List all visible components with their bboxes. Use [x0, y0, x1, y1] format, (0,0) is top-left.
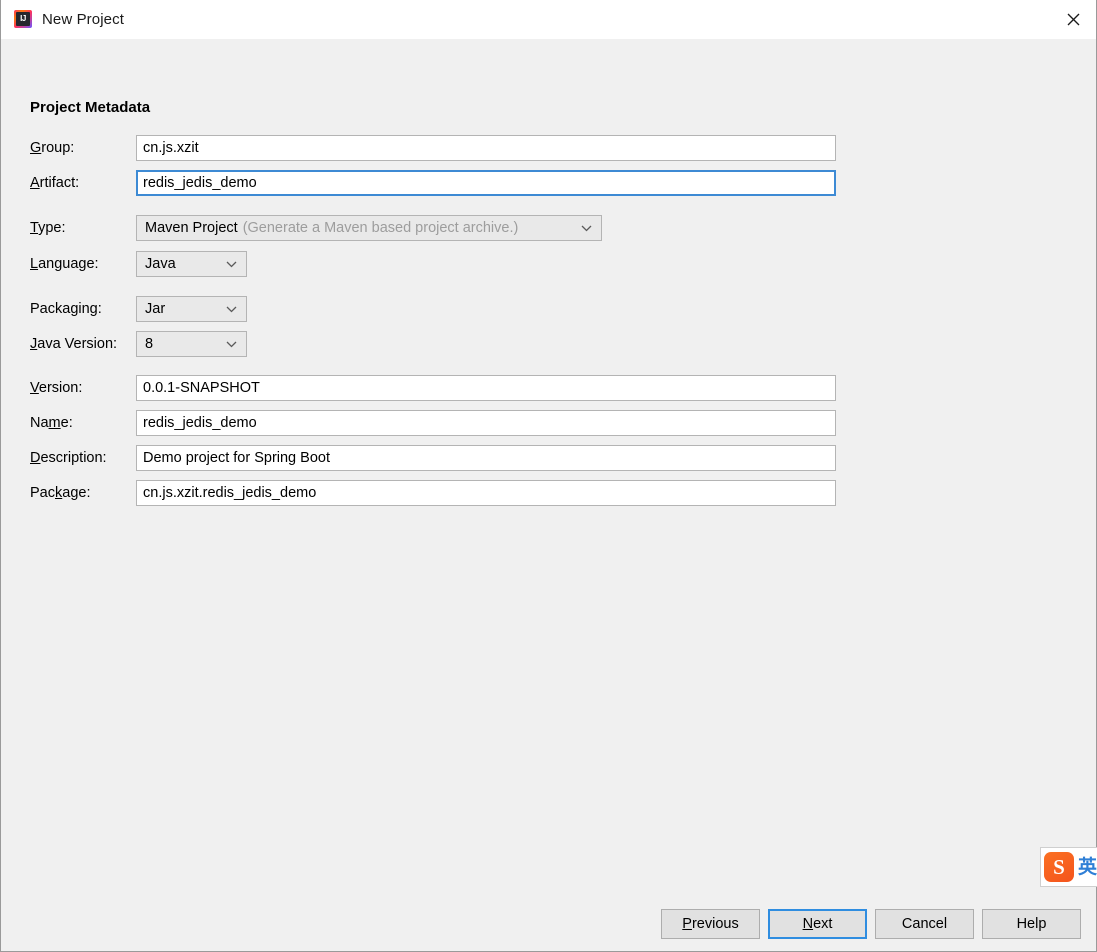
chevron-down-icon — [218, 341, 242, 348]
close-icon[interactable] — [1050, 0, 1096, 38]
type-label: Type: — [30, 220, 66, 236]
java-version-dropdown[interactable]: 8 — [136, 331, 247, 357]
form-row-packaging: Packaging: Jar — [1, 296, 1096, 322]
next-button[interactable]: Next — [768, 909, 867, 939]
form-row-package: Package: — [1, 480, 1096, 506]
cancel-button[interactable]: Cancel — [875, 909, 974, 939]
app-icon-text: IJ — [20, 14, 26, 23]
chevron-down-icon — [218, 306, 242, 313]
description-label: Description: — [30, 450, 107, 466]
package-input[interactable] — [136, 480, 836, 506]
chevron-down-icon — [573, 225, 597, 232]
form-row-type: Type: Maven Project (Generate a Maven ba… — [1, 215, 1096, 241]
version-input[interactable] — [136, 375, 836, 401]
type-hint: (Generate a Maven based project archive.… — [242, 220, 519, 236]
package-label: Package: — [30, 485, 91, 501]
form-row-java-version: Java Version: 8 — [1, 331, 1096, 357]
ime-mode-indicator: 英 — [1078, 856, 1097, 878]
form-row-group: Group: — [1, 135, 1096, 161]
java-version-value: 8 — [145, 336, 154, 352]
page-title: Project Metadata — [30, 99, 151, 116]
form-row-artifact: Artifact: — [1, 170, 1096, 196]
previous-button[interactable]: Previous — [661, 909, 760, 939]
packaging-label: Packaging: — [30, 301, 102, 317]
group-label: Group: — [30, 140, 75, 156]
java-version-label: Java Version: — [30, 336, 118, 352]
chevron-down-icon — [218, 261, 242, 268]
description-input[interactable] — [136, 445, 836, 471]
title-bar: IJ New Project — [1, 0, 1096, 39]
type-value: Maven Project — [145, 220, 238, 236]
new-project-dialog: IJ New Project Project Metadata Group: A… — [0, 0, 1097, 952]
window-title: New Project — [42, 10, 124, 28]
help-button[interactable]: Help — [982, 909, 1081, 939]
form-row-name: Name: — [1, 410, 1096, 436]
name-input[interactable] — [136, 410, 836, 436]
artifact-label: Artifact: — [30, 175, 80, 191]
dialog-body: Project Metadata Group: Artifact: Type: … — [1, 39, 1097, 951]
language-label: Language: — [30, 256, 99, 272]
form-row-language: Language: Java — [1, 251, 1096, 277]
language-value: Java — [145, 256, 176, 272]
form-row-version: Version: — [1, 375, 1096, 401]
packaging-value: Jar — [145, 301, 166, 317]
language-dropdown[interactable]: Java — [136, 251, 247, 277]
name-label: Name: — [30, 415, 73, 431]
version-label: Version: — [30, 380, 83, 396]
intellij-idea-icon: IJ — [14, 10, 32, 28]
type-dropdown[interactable]: Maven Project (Generate a Maven based pr… — [136, 215, 602, 241]
dialog-button-bar: Previous Next Cancel Help — [1, 909, 1096, 939]
artifact-input[interactable] — [136, 170, 836, 196]
sogou-logo-icon: S — [1044, 852, 1074, 882]
form-row-description: Description: — [1, 445, 1096, 471]
group-input[interactable] — [136, 135, 836, 161]
packaging-dropdown[interactable]: Jar — [136, 296, 247, 322]
sogou-ime-widget[interactable]: S 英 — [1040, 847, 1097, 887]
